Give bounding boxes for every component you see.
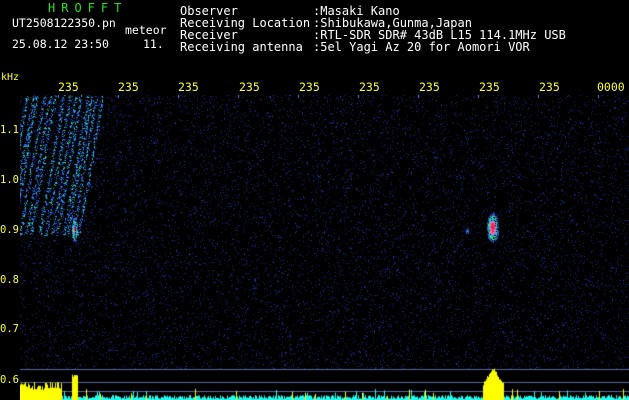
freq-tick: 0.7 <box>0 323 19 335</box>
antenna-value: :5el Yagi Az 20 for Aomori VOR <box>313 40 530 54</box>
freq-tick: 1.0 <box>0 174 19 186</box>
time-tick: 235 <box>58 80 79 94</box>
freq-tick: 0.6 <box>0 374 19 386</box>
time-tick: 0000 <box>597 80 625 94</box>
meteor-label: meteor <box>125 23 167 37</box>
time-tick: 235 <box>419 80 440 94</box>
time-tick: 235 <box>539 80 560 94</box>
time-tick: 235 <box>299 80 320 94</box>
file-name: UT2508122350.pn <box>12 16 116 30</box>
time-tick: 235 <box>479 80 500 94</box>
freq-tick: 1.1 <box>0 124 19 136</box>
timestamp: 25.08.12 23:50 <box>12 37 109 51</box>
antenna-label: Receiving antenna <box>180 40 303 54</box>
time-tick: 235 <box>239 80 260 94</box>
meteor-count: 11. <box>143 37 164 51</box>
time-tick: 235 <box>359 80 380 94</box>
spectrogram-plot <box>20 95 629 400</box>
hrofft-logo: HROFFT <box>48 1 128 15</box>
freq-unit-label: kHz <box>1 72 20 83</box>
time-tick: 235 <box>118 80 139 94</box>
freq-tick: 0.9 <box>0 224 19 236</box>
freq-tick: 0.8 <box>0 274 19 286</box>
time-tick: 235 <box>178 80 199 94</box>
